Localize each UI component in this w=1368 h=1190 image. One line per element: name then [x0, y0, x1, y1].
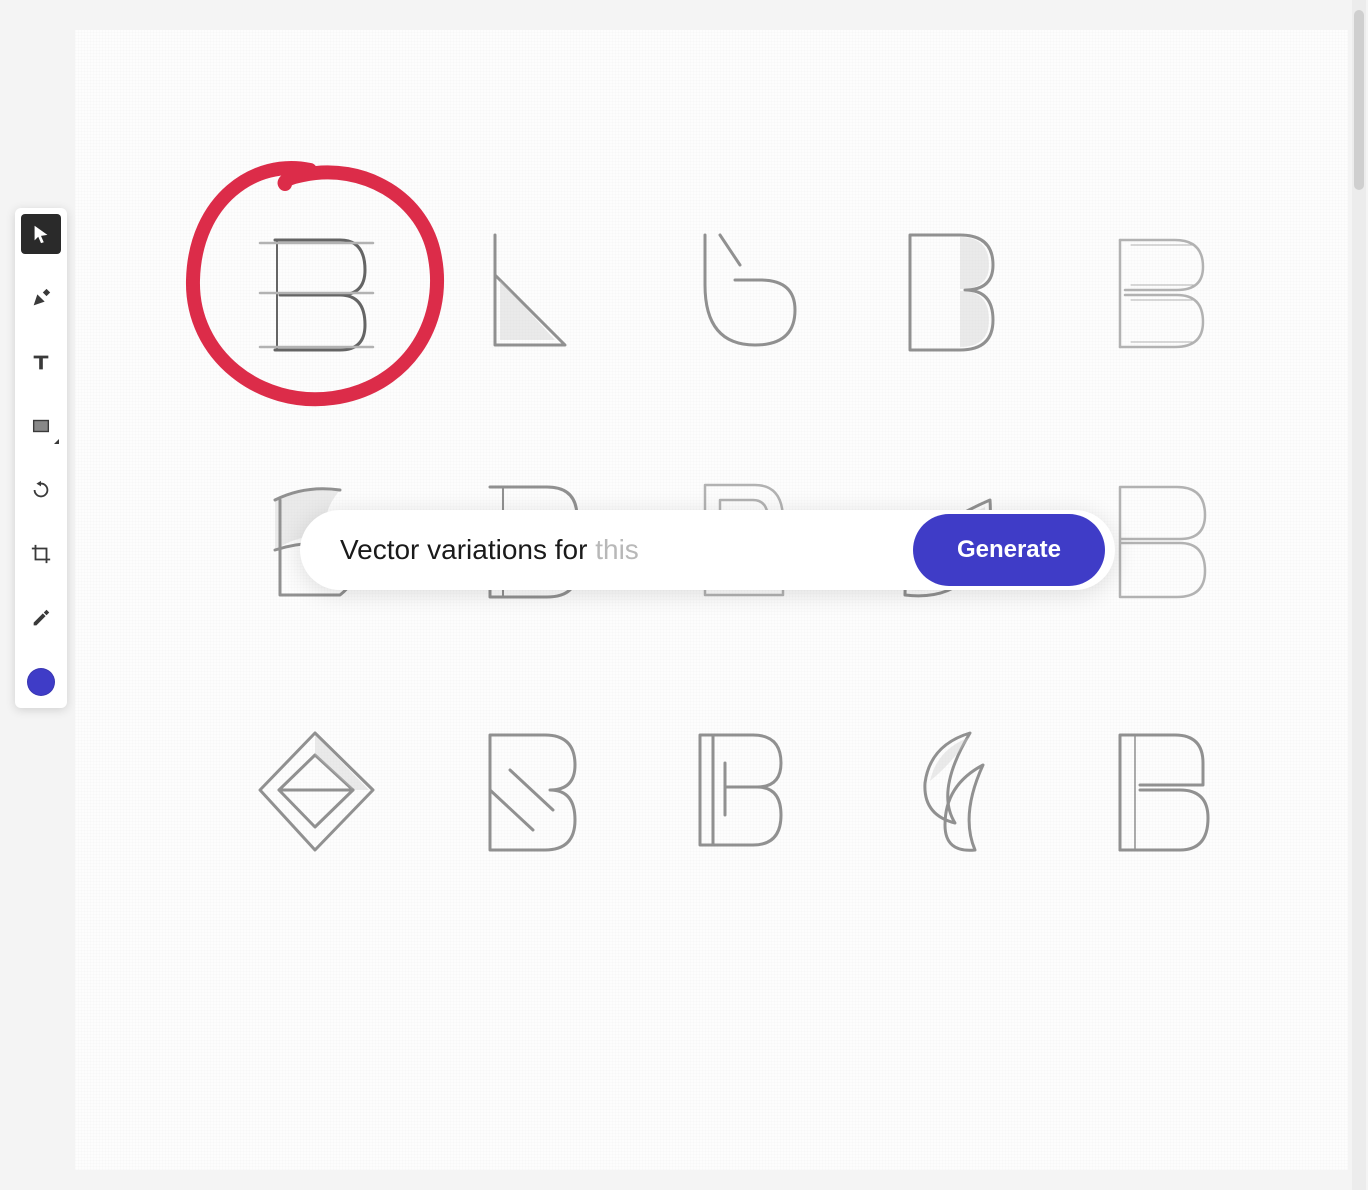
generate-button[interactable]: Generate: [913, 514, 1105, 586]
canvas-artboard[interactable]: Vector variations for this Generate: [75, 30, 1348, 1170]
sketch-cell-4[interactable]: [1055, 180, 1255, 400]
sketch-b-10: [245, 715, 385, 865]
fill-color-swatch[interactable]: [21, 662, 61, 702]
sketch-cell-2[interactable]: [635, 180, 835, 400]
type-tool[interactable]: [21, 342, 61, 382]
selection-tool[interactable]: [21, 214, 61, 254]
sketch-cell-1[interactable]: [425, 180, 625, 400]
sketch-b-3: [875, 215, 1015, 365]
sketch-cell-10[interactable]: [215, 680, 415, 900]
vertical-scrollbar[interactable]: [1352, 0, 1366, 1190]
type-icon: [30, 351, 52, 373]
ai-prompt-input[interactable]: Vector variations for this: [340, 534, 913, 566]
sketch-cell-11[interactable]: [425, 680, 625, 900]
eyedropper-tool[interactable]: [21, 598, 61, 638]
color-swatch-icon: [27, 668, 55, 696]
ai-prompt-bar: Vector variations for this Generate: [300, 510, 1115, 590]
sketch-cell-12[interactable]: [635, 680, 835, 900]
sketch-cell-0[interactable]: [215, 180, 415, 400]
crop-icon: [30, 543, 52, 565]
crop-tool[interactable]: [21, 534, 61, 574]
sketch-cell-14[interactable]: [1055, 680, 1255, 900]
sketch-cell-13[interactable]: [845, 680, 1045, 900]
sketch-b-14: [1085, 715, 1225, 865]
sketch-b-13: [875, 715, 1015, 865]
scrollbar-thumb[interactable]: [1354, 10, 1364, 190]
sketch-b-4: [1085, 215, 1225, 365]
prompt-typed-text: Vector variations for: [340, 534, 595, 565]
pen-icon: [30, 287, 52, 309]
rotate-icon: [30, 479, 52, 501]
sketch-b-2: [665, 215, 805, 365]
sketch-cell-3[interactable]: [845, 180, 1045, 400]
sketch-b-1: [455, 215, 595, 365]
cursor-icon: [30, 223, 52, 245]
sketch-b-11: [455, 715, 595, 865]
rectangle-tool[interactable]: [21, 406, 61, 446]
rotate-tool[interactable]: [21, 470, 61, 510]
prompt-placeholder-tail: this: [595, 534, 639, 565]
tools-toolbar: [15, 208, 67, 708]
sketch-b-0: [245, 215, 385, 365]
sketch-b-12: [665, 715, 805, 865]
eyedropper-icon: [30, 607, 52, 629]
tool-more-indicator: [54, 439, 59, 444]
pen-tool[interactable]: [21, 278, 61, 318]
rectangle-icon: [30, 415, 52, 437]
